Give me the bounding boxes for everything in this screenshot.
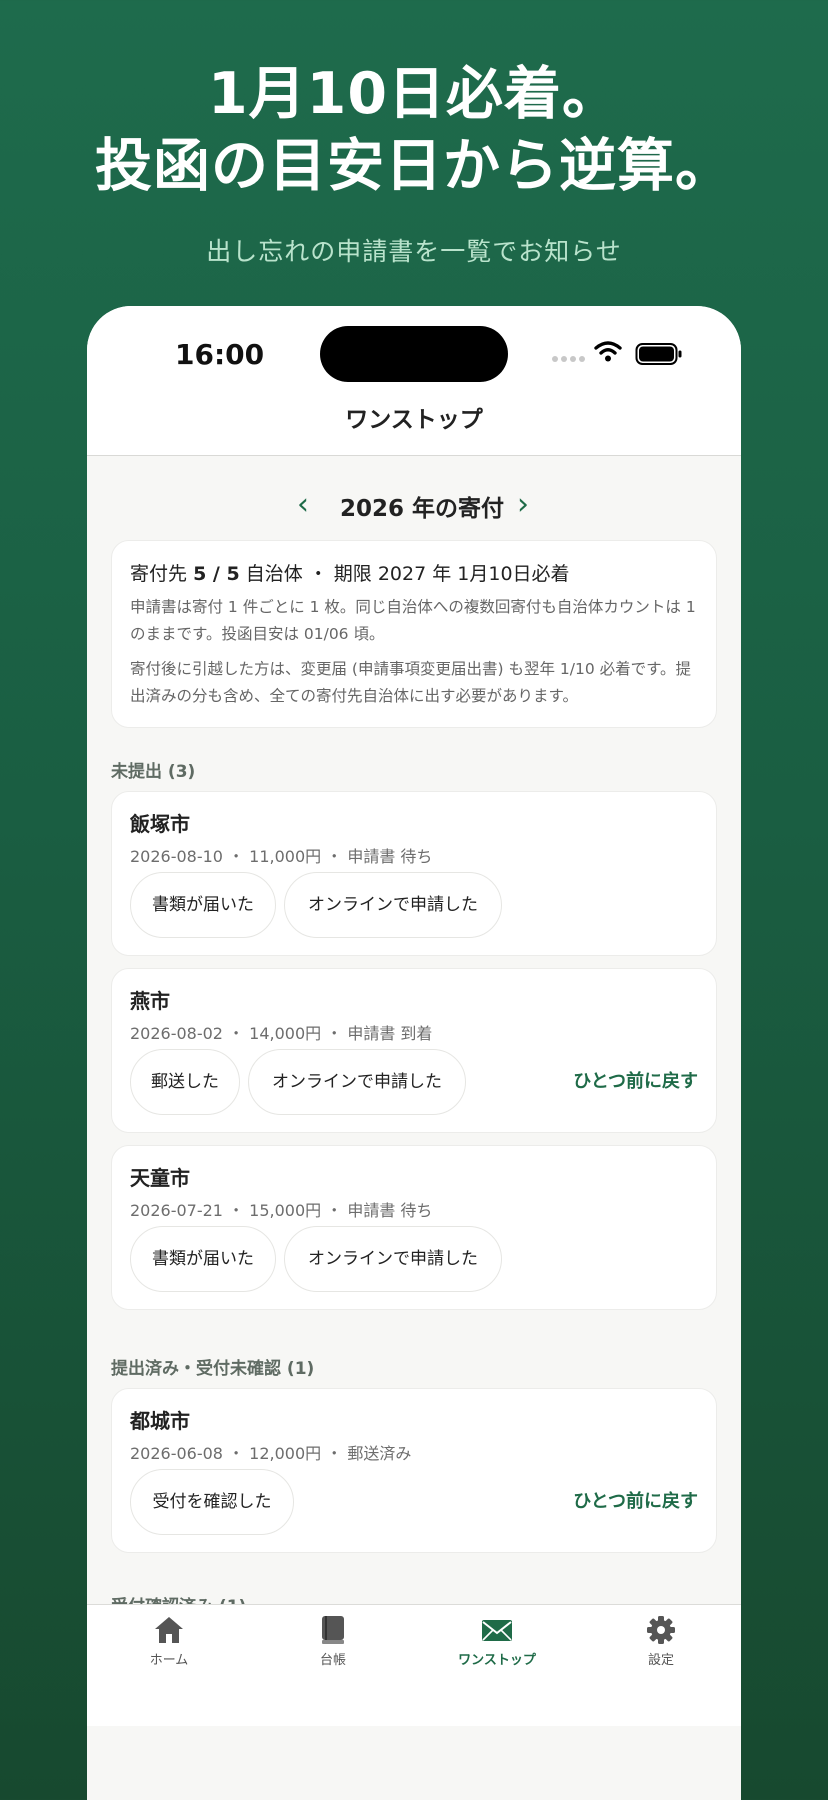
pending-card-tsubame: 燕市 2026-08-02 ・ 14,000円 ・ 申請書 到着 郵送した オン… — [111, 968, 717, 1133]
home-icon — [155, 1617, 183, 1643]
tab-label: 設定 — [647, 1653, 674, 1668]
donation-meta: 2026-08-02 ・ 14,000円 ・ 申請書 到着 — [130, 1024, 433, 1043]
donation-meta: 2026-06-08 ・ 12,000円 ・ 郵送済み — [130, 1444, 412, 1463]
municipality-count: 5 / 5 — [193, 563, 240, 585]
mail-icon — [482, 1620, 512, 1641]
year-title: 2026 年の寄付 — [339, 496, 505, 522]
promo-headline-2: 投函の目安日から逆算。 — [95, 133, 733, 199]
summary-note-moving: 寄付後に引越した方は、変更届 (申請事項変更届出書) も翌年 1/10 必着です… — [130, 660, 692, 705]
tab-bar: ホーム 台帳 ワンストップ 設定 — [87, 1604, 741, 1726]
year-selector: ‹ 2026 年の寄付 › — [87, 487, 741, 527]
tab-label: 台帳 — [319, 1653, 346, 1668]
summary-card: 寄付先 5 / 5 自治体 ・ 期限 2027 年 1月10日必着 申請書は寄付… — [111, 540, 717, 728]
promo-header: 1月10日必着。 投函の目安日から逆算。 出し忘れの申請書を一覧でお知らせ — [0, 58, 828, 268]
mailed-button[interactable]: 郵送した — [130, 1049, 240, 1115]
receipt-confirmed-button[interactable]: 受付を確認した — [130, 1469, 294, 1535]
promo-headline-1: 1月10日必着。 — [208, 61, 620, 127]
section-pending-label: 未提出 (3) — [111, 762, 196, 782]
card-actions: 書類が届いた オンラインで申請した — [130, 1226, 698, 1292]
documents-arrived-button[interactable]: 書類が届いた — [130, 872, 276, 938]
applied-online-button[interactable]: オンラインで申請した — [284, 1226, 502, 1292]
gear-icon — [647, 1616, 675, 1644]
city-name: 都城市 — [130, 1409, 190, 1433]
summary-deadline: 自治体 ・ 期限 2027 年 1月10日必着 — [245, 563, 570, 585]
dynamic-island — [320, 326, 508, 382]
applied-online-button[interactable]: オンラインで申請した — [284, 872, 502, 938]
previous-year-button[interactable]: ‹ — [297, 487, 309, 523]
summary-prefix: 寄付先 — [130, 563, 188, 585]
documents-arrived-button[interactable]: 書類が届いた — [130, 1226, 276, 1292]
pending-card-iizuka: 飯塚市 2026-08-10 ・ 11,000円 ・ 申請書 待ち 書類が届いた… — [111, 791, 717, 956]
summary-headline: 寄付先 5 / 5 自治体 ・ 期限 2027 年 1月10日必着 — [130, 559, 698, 586]
tab-home[interactable]: ホーム — [87, 1615, 251, 1668]
tab-ledger[interactable]: 台帳 — [251, 1615, 415, 1668]
summary-note-rules: 申請書は寄付 1 件ごとに 1 枚。同じ自治体への複数回寄付も自治体カウントは … — [130, 598, 696, 643]
card-actions: 受付を確認した ひとつ前に戻す — [130, 1469, 698, 1535]
undo-button[interactable]: ひとつ前に戻す — [573, 1049, 698, 1115]
status-bar: 16:00 — [87, 306, 741, 400]
card-actions: 郵送した オンラインで申請した ひとつ前に戻す — [130, 1049, 698, 1115]
applied-online-button[interactable]: オンラインで申請した — [248, 1049, 466, 1115]
status-time: 16:00 — [175, 338, 265, 371]
donation-meta: 2026-08-10 ・ 11,000円 ・ 申請書 待ち — [130, 847, 433, 866]
book-icon — [322, 1616, 344, 1644]
donation-meta: 2026-07-21 ・ 15,000円 ・ 申請書 待ち — [130, 1201, 433, 1220]
battery-icon — [635, 343, 682, 365]
undo-button[interactable]: ひとつ前に戻す — [573, 1469, 698, 1535]
navigation-bar: ワンストップ — [87, 400, 741, 456]
next-year-button[interactable]: › — [517, 487, 529, 523]
wifi-icon — [594, 341, 622, 362]
promo-subtitle: 出し忘れの申請書を一覧でお知らせ — [206, 237, 622, 266]
submitted-card-miyakonojo: 都城市 2026-06-08 ・ 12,000円 ・ 郵送済み 受付を確認した … — [111, 1388, 717, 1553]
city-name: 天童市 — [130, 1166, 190, 1190]
card-actions: 書類が届いた オンラインで申請した — [130, 872, 698, 938]
tab-onestop[interactable]: ワンストップ — [415, 1615, 579, 1668]
cellular-signal-icon — [552, 356, 585, 362]
city-name: 燕市 — [130, 989, 170, 1013]
phone-screen: 16:00 ワンストップ ‹ 2026 年の寄付 › 寄付先 5 / 5 自治体… — [87, 306, 741, 1800]
tab-label: ワンストップ — [458, 1653, 536, 1668]
pending-card-tendo: 天童市 2026-07-21 ・ 15,000円 ・ 申請書 待ち 書類が届いた… — [111, 1145, 717, 1310]
section-submitted-label: 提出済み・受付未確認 (1) — [111, 1359, 315, 1379]
city-name: 飯塚市 — [130, 812, 190, 836]
tab-label: ホーム — [149, 1653, 189, 1668]
page-title: ワンストップ — [345, 407, 483, 433]
tab-settings[interactable]: 設定 — [579, 1615, 741, 1668]
